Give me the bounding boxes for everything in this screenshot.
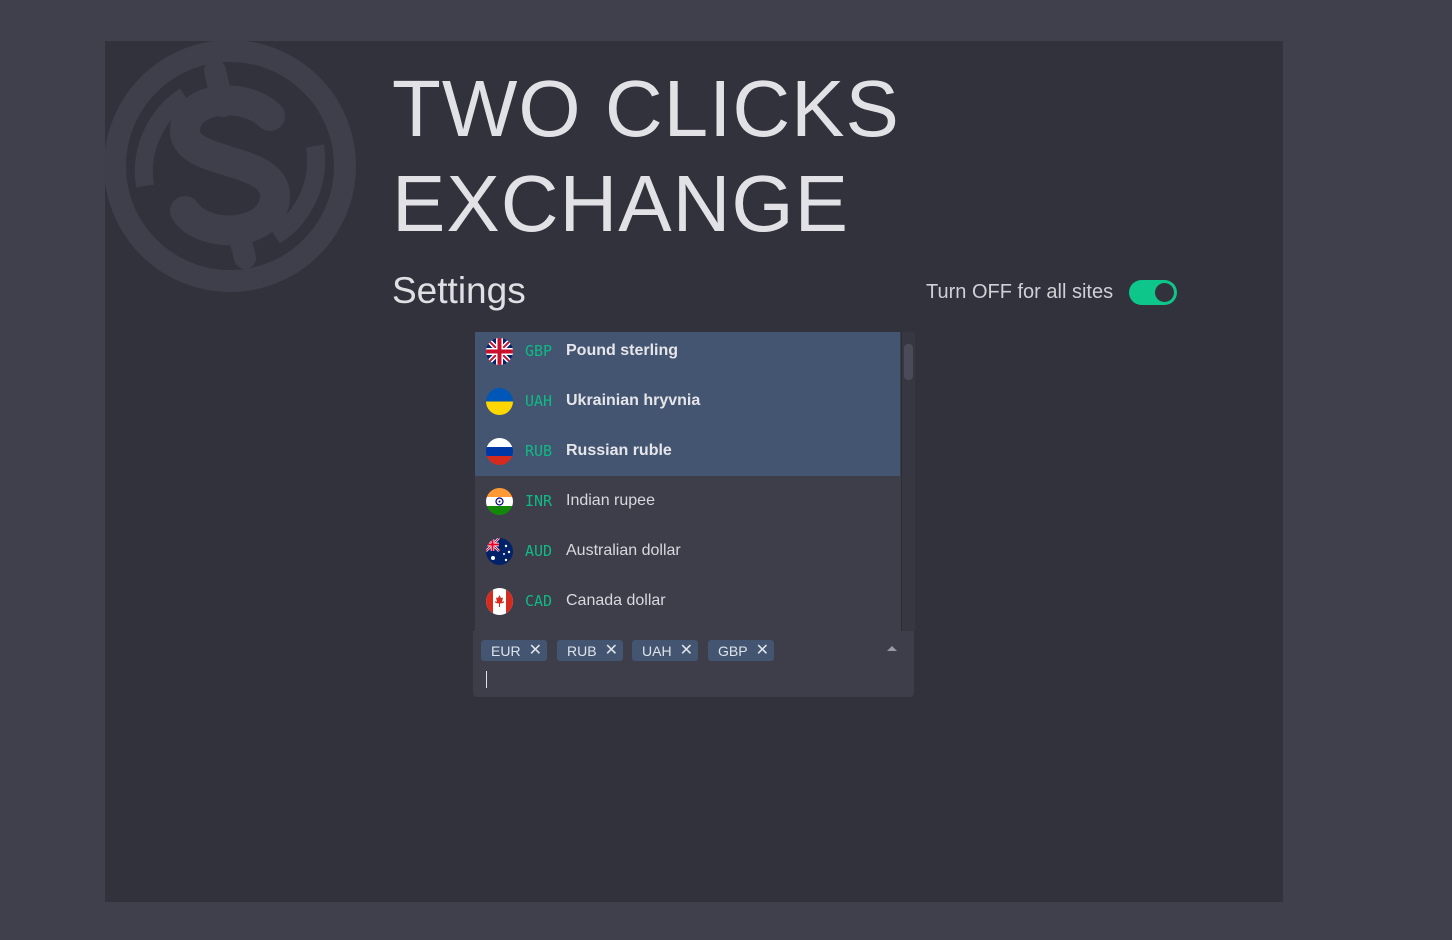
chip-remove-icon[interactable]: ✕ — [529, 642, 542, 659]
uk-flag-icon — [486, 337, 513, 365]
option-name: Canada dollar — [566, 592, 666, 609]
chip-label: UAH — [642, 642, 672, 659]
chip-uah: UAH ✕ — [632, 640, 698, 661]
currency-search-input[interactable] — [481, 669, 861, 691]
option-code: CAD — [525, 592, 553, 610]
option-uah[interactable]: UAH Ukrainian hryvnia — [475, 376, 900, 426]
option-name: Ukrainian hryvnia — [566, 392, 701, 409]
toggle-label: Turn OFF for all sites — [926, 281, 1114, 303]
chip-gbp: GBP ✕ — [708, 640, 774, 661]
option-code: INR — [525, 492, 553, 510]
russia-flag-icon — [486, 437, 513, 465]
option-name: Australian dollar — [566, 542, 681, 559]
australia-flag-icon — [486, 537, 513, 565]
dollar-exchange-logo-icon — [105, 41, 356, 292]
option-code: GBP — [525, 342, 553, 360]
turn-off-all-sites-toggle[interactable] — [1129, 280, 1177, 305]
option-name: Russian ruble — [566, 442, 672, 459]
canada-flag-icon — [486, 587, 513, 615]
option-aud[interactable]: AUD Australian dollar — [475, 526, 900, 576]
chip-label: GBP — [718, 642, 748, 659]
app-title-line2: EXCHANGE — [392, 159, 849, 248]
settings-heading: Settings — [392, 270, 526, 311]
option-inr[interactable]: INR Indian rupee — [475, 476, 900, 526]
caret-up-icon[interactable] — [887, 646, 897, 651]
chip-remove-icon[interactable]: ✕ — [680, 642, 693, 659]
ukraine-flag-icon — [486, 387, 513, 415]
chip-remove-icon[interactable]: ✕ — [756, 642, 769, 659]
option-code: UAH — [525, 392, 553, 410]
option-gbp[interactable]: GBP Pound sterling — [475, 332, 900, 376]
toggle-knob[interactable] — [1155, 283, 1174, 302]
scrollbar-thumb[interactable] — [904, 344, 913, 380]
app-title: TWO CLICKS EXCHANGE — [392, 61, 1092, 251]
chip-remove-icon[interactable]: ✕ — [605, 642, 618, 659]
chip-label: EUR — [491, 642, 521, 659]
india-flag-icon — [486, 487, 513, 515]
option-code: AUD — [525, 542, 553, 560]
option-rub[interactable]: RUB Russian ruble — [475, 426, 900, 476]
text-cursor — [486, 671, 487, 688]
option-name: Indian rupee — [566, 492, 655, 509]
chip-eur: EUR ✕ — [481, 640, 547, 661]
app-title-line1: TWO CLICKS — [392, 64, 900, 153]
currency-multiselect[interactable]: EUR ✕ RUB ✕ UAH ✕ GBP ✕ — [473, 631, 914, 697]
dropdown-scrollbar[interactable] — [901, 332, 915, 631]
chip-rub: RUB ✕ — [557, 640, 623, 661]
chip-label: RUB — [567, 642, 597, 659]
option-cad[interactable]: CAD Canada dollar — [475, 576, 900, 626]
option-code: RUB — [525, 442, 553, 460]
option-name: Pound sterling — [566, 342, 678, 359]
main-panel: TWO CLICKS EXCHANGE Settings Turn OFF fo… — [105, 41, 1283, 902]
currency-dropdown-list[interactable]: GBP Pound sterling UAH Ukrainian hryvnia — [475, 332, 915, 631]
